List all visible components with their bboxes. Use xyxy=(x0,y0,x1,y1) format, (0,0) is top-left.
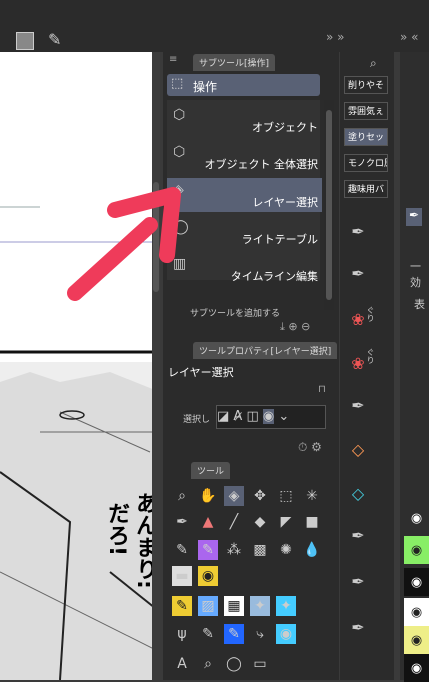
brush-orange-icon[interactable]: ◇ xyxy=(343,434,373,464)
blue-ink-icon[interactable]: ✎ xyxy=(224,624,244,644)
radial-tool-icon[interactable]: ✺ xyxy=(276,540,296,560)
airbrush-icon[interactable]: ⁂ xyxy=(224,540,244,560)
eraser-icon[interactable]: ◆ xyxy=(250,512,270,532)
subtool-item-layer-select[interactable]: ◈ レイヤー選択 xyxy=(167,178,322,212)
layer-eye-4[interactable]: ◉ xyxy=(404,598,429,626)
pattern-icon[interactable] xyxy=(16,32,34,50)
grass-tool-icon[interactable]: ψ xyxy=(172,624,192,644)
cyan-bucket-icon[interactable]: ◉ xyxy=(276,624,296,644)
brush-tool-icon[interactable]: ✎ xyxy=(198,540,218,560)
item-label: オブジェクト xyxy=(252,121,318,134)
cursor-icon: ⬚ xyxy=(171,76,184,91)
brush-tag-2: ぐり xyxy=(366,348,375,364)
layer-eye-6[interactable]: ◉ xyxy=(404,654,429,682)
collapse-icon-2[interactable]: » « xyxy=(400,30,419,44)
layer-eye-2[interactable]: ◉ xyxy=(404,536,429,564)
blue-pattern-icon[interactable]: ▨ xyxy=(198,596,218,616)
eyedropper-icon[interactable]: ✒ xyxy=(172,512,192,532)
right-label-1: 一効 xyxy=(410,260,421,289)
gradient-tool-icon[interactable]: ▬ xyxy=(172,566,192,586)
brush-swatch-1[interactable]: 削りやそ xyxy=(344,76,388,94)
brush-search-icon[interactable]: ⌕ xyxy=(370,56,377,71)
brush-pen-icon-6[interactable]: ✒ xyxy=(343,612,373,642)
top-toolbar: ✎ » » » « xyxy=(0,0,429,52)
brush-tag-1: ぐり xyxy=(366,306,375,322)
canvas-scrollbar[interactable] xyxy=(152,52,160,680)
brush-pen-icon-1[interactable]: ✒ xyxy=(343,216,373,246)
sparkle-cyan-icon[interactable]: ✦ xyxy=(276,596,296,616)
lock-icon[interactable]: ⊓ xyxy=(318,384,326,395)
group-label: 操作 xyxy=(193,80,218,94)
pen2-tool-icon[interactable]: ✎ xyxy=(198,624,218,644)
pen-yellow-icon[interactable]: ✎ xyxy=(172,596,192,616)
property-footer-icons[interactable]: ⏱ ⚙ xyxy=(298,440,322,455)
subtool-tab[interactable]: サブツール[操作] xyxy=(193,54,276,71)
subtool-add-label[interactable]: サブツールを追加する xyxy=(190,306,280,319)
selection-tool-icon[interactable]: ⬚ xyxy=(276,486,296,506)
brush-pen-icon-3[interactable]: ✒ xyxy=(343,390,373,420)
brush-pen-icon-5[interactable]: ✒ xyxy=(343,566,373,596)
operation-tool-icon[interactable]: ◈ xyxy=(224,486,244,506)
object-icon: ⬡ xyxy=(173,107,186,123)
red-arrow-annotation xyxy=(67,187,181,301)
zoom-tool-icon[interactable]: ⌕ xyxy=(172,486,192,506)
brush-swatch-3[interactable]: 塗りセット xyxy=(344,128,388,146)
item-label: オブジェクト 全体選択 xyxy=(204,158,319,171)
manga-canvas[interactable]: だろ! あんまり: xyxy=(0,52,160,680)
subtool-footer-icons[interactable]: ⤓ ⊕ ⊖ xyxy=(280,320,310,334)
item-label: レイヤー選択 xyxy=(252,196,318,209)
ruler-tool-icon[interactable]: ▭ xyxy=(250,654,270,674)
fill-tool-icon[interactable]: ■ xyxy=(302,512,322,532)
right-label-2: 表 xyxy=(414,298,425,311)
subtool-scrollbar[interactable] xyxy=(324,100,334,310)
object-all-icon: ⬡ xyxy=(173,144,186,160)
tool-tab[interactable]: ツール xyxy=(191,462,231,479)
hand-tool-icon[interactable]: ✋ xyxy=(198,486,218,506)
collapse-icon[interactable]: » » xyxy=(326,30,345,44)
property-title: レイヤー選択 xyxy=(168,366,234,379)
pen-tool-icon[interactable]: ✎ xyxy=(172,540,192,560)
move-tool-icon[interactable]: ✥ xyxy=(250,486,270,506)
brush-swatch-4[interactable]: モノクロ原 xyxy=(344,154,388,172)
select-mode-buttons[interactable]: ◪ A̷ ◫ ◉ ⌄ xyxy=(216,405,326,429)
brush-cyan-icon[interactable]: ◇ xyxy=(343,478,373,508)
brush-pen-icon-2[interactable]: ✒ xyxy=(343,258,373,288)
tone-tool-icon[interactable]: ▩ xyxy=(250,540,270,560)
property-tab[interactable]: ツールプロパティ[レイヤー選択] xyxy=(193,342,338,359)
select-label: 選択し xyxy=(183,415,211,425)
hamburger-icon[interactable]: ≡ xyxy=(169,54,177,65)
vector-tool-icon[interactable]: ◤ xyxy=(276,512,296,532)
balloon-tool-icon[interactable]: ⌕ xyxy=(198,654,218,674)
brush-swatch-2[interactable]: 雰囲気ぇ xyxy=(344,102,388,120)
subtool-group-operation[interactable]: ⬚ 操作 xyxy=(167,74,320,96)
speech-tool-icon[interactable]: ◯ xyxy=(224,654,244,674)
subtool-item-light-table[interactable]: ◯ ライトテーブル xyxy=(167,215,322,249)
subtool-item-object[interactable]: ⬡ オブジェクト xyxy=(167,103,322,137)
tone-pattern-icon[interactable]: ▦ xyxy=(224,596,244,616)
hook-tool-icon[interactable]: ⤷ xyxy=(250,624,270,644)
brush-pen-icon-4[interactable]: ✒ xyxy=(343,520,373,550)
right-eyedropper-icon[interactable]: ✒ xyxy=(406,208,422,226)
layer-eye-5[interactable]: ◉ xyxy=(404,626,429,654)
cake-tool-icon[interactable]: ▲ xyxy=(198,512,218,532)
blend-tool-icon[interactable]: 💧 xyxy=(302,540,322,560)
item-label: ライトテーブル xyxy=(241,233,318,246)
subtool-item-object-all[interactable]: ⬡ オブジェクト 全体選択 xyxy=(167,140,322,174)
line-tool-icon[interactable]: ╱ xyxy=(224,512,244,532)
brush-swatch-5[interactable]: 趣味用バ xyxy=(344,180,388,198)
subtool-item-timeline[interactable]: ▥ タイムライン編集 xyxy=(167,252,322,286)
autoselect-tool-icon[interactable]: ✳ xyxy=(302,486,322,506)
item-label: タイムライン編集 xyxy=(230,270,318,283)
layer-eye-3[interactable]: ◉ xyxy=(404,568,429,596)
sparkle-icon[interactable]: ✦ xyxy=(250,596,270,616)
pen-icon[interactable]: ✎ xyxy=(48,30,61,49)
bucket-tool-icon[interactable]: ◉ xyxy=(198,566,218,586)
layer-eye-1[interactable]: ◉ xyxy=(404,504,429,532)
text-tool-icon[interactable]: A xyxy=(172,654,192,674)
